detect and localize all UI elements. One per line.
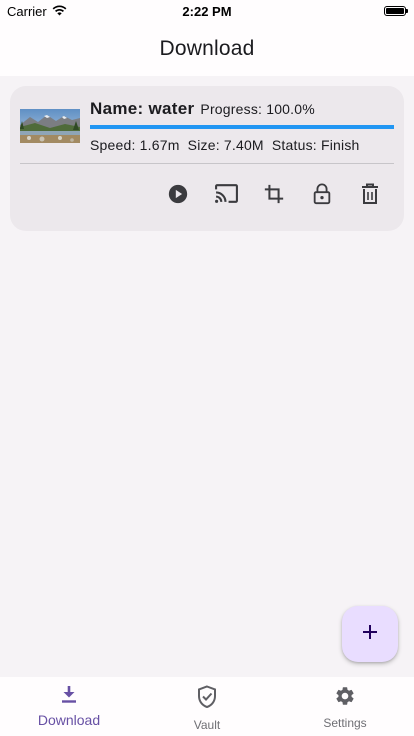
nav-label-vault: Vault [193, 718, 221, 732]
app-bar: Download [0, 22, 414, 76]
cast-icon [214, 183, 239, 209]
nav-item-settings[interactable]: Settings [276, 677, 414, 736]
download-details-row: Speed: 1.67m Size: 7.40M Status: Finish [90, 137, 360, 153]
shield-check-icon [197, 685, 217, 714]
crop-button[interactable] [260, 182, 288, 210]
download-item-card[interactable]: Name: water Progress: 100.0% Speed: 1.67… [10, 86, 404, 231]
add-download-button[interactable] [342, 606, 398, 662]
download-actions [10, 182, 404, 210]
download-thumbnail [20, 109, 80, 143]
play-icon [167, 183, 189, 210]
plus-icon [362, 624, 378, 645]
nav-item-vault[interactable]: Vault [138, 677, 276, 736]
download-speed: Speed: 1.67m [90, 137, 180, 153]
crop-icon [263, 183, 285, 210]
lock-open-icon [312, 183, 332, 210]
progress-bar [90, 125, 394, 129]
nav-label-download: Download [37, 712, 101, 728]
download-size: Size: 7.40M [187, 137, 264, 153]
name-progress-row: Name: water Progress: 100.0% [90, 99, 315, 119]
delete-icon [361, 183, 379, 210]
play-button[interactable] [164, 182, 192, 210]
delete-button[interactable] [356, 182, 384, 210]
progress-bar-fill [90, 125, 394, 129]
gear-icon [334, 685, 356, 712]
nav-item-download[interactable]: Download [0, 677, 138, 736]
card-divider [20, 163, 394, 164]
download-status: Status: Finish [271, 137, 360, 153]
download-icon [60, 685, 78, 709]
download-progress-label: Progress: 100.0% [200, 101, 315, 117]
unlock-button[interactable] [308, 182, 336, 210]
status-left: Carrier [7, 4, 67, 19]
battery-level [386, 8, 404, 14]
carrier-label: Carrier [7, 3, 47, 19]
page-title: Download [159, 37, 255, 60]
status-bar: Carrier 2:22 PM [0, 0, 414, 22]
nav-label-settings: Settings [323, 716, 367, 730]
wifi-icon [52, 4, 67, 19]
cast-button[interactable] [212, 182, 240, 210]
bottom-navigation: Download Vault Settings [0, 677, 414, 736]
download-name: Name: water [90, 99, 195, 118]
battery-icon [384, 6, 408, 16]
